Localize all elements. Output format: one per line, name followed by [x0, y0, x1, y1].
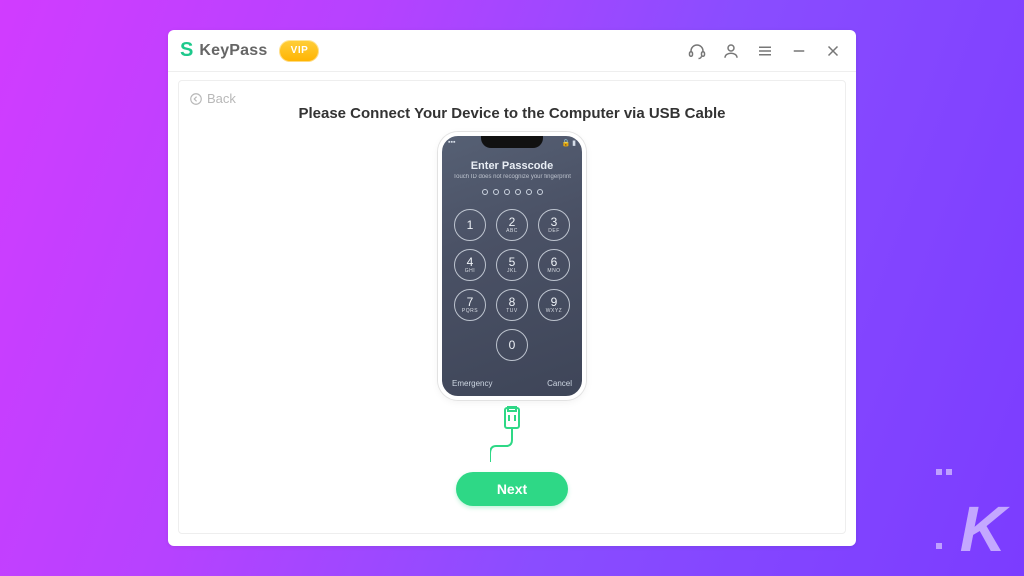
- support-button[interactable]: [684, 38, 710, 64]
- main-panel: Back Please Connect Your Device to the C…: [178, 80, 846, 534]
- emergency-label: Emergency: [452, 379, 492, 388]
- watermark-letter: K: [960, 492, 1006, 566]
- back-arrow-icon: [189, 92, 203, 106]
- key-0: 0: [496, 329, 528, 361]
- close-button[interactable]: [820, 38, 846, 64]
- key-6: 6MNO: [538, 249, 570, 281]
- passcode-title: Enter Passcode: [471, 160, 554, 172]
- key-3: 3DEF: [538, 209, 570, 241]
- background-watermark: K: [934, 418, 1006, 566]
- cancel-label: Cancel: [547, 379, 572, 388]
- app-name: KeyPass: [199, 42, 267, 60]
- next-button[interactable]: Next: [456, 472, 568, 506]
- keypad: 1 2ABC 3DEF 4GHI 5JKL 6MNO 7PQRS 8TUV 9W…: [454, 209, 570, 361]
- minimize-button[interactable]: [786, 38, 812, 64]
- usb-cable-icon: [490, 406, 534, 462]
- passcode-subtitle: Touch ID does not recognize your fingerp…: [453, 174, 571, 181]
- key-7: 7PQRS: [454, 289, 486, 321]
- close-icon: [824, 42, 842, 60]
- status-left: ▪▪▪: [448, 139, 455, 147]
- page-title: Please Connect Your Device to the Comput…: [298, 105, 725, 122]
- logo-mark-icon: S: [180, 39, 193, 62]
- back-label: Back: [207, 91, 236, 106]
- phone-statusbar: ▪▪▪ 🔒 ▮: [448, 139, 576, 147]
- key-4: 4GHI: [454, 249, 486, 281]
- phone-bottom-row: Emergency Cancel: [452, 379, 572, 388]
- passcode-dots: [482, 189, 543, 195]
- back-button[interactable]: Back: [189, 91, 236, 106]
- watermark-dots-icon: [934, 418, 954, 566]
- key-2: 2ABC: [496, 209, 528, 241]
- key-9: 9WXYZ: [538, 289, 570, 321]
- key-8: 8TUV: [496, 289, 528, 321]
- status-right: 🔒 ▮: [561, 139, 576, 147]
- app-window: S KeyPass VIP Back Please Connect: [168, 30, 856, 546]
- app-logo: S KeyPass: [180, 39, 267, 62]
- account-button[interactable]: [718, 38, 744, 64]
- user-icon: [722, 42, 740, 60]
- usb-illustration: [490, 406, 534, 462]
- vip-badge[interactable]: VIP: [279, 40, 319, 62]
- key-1: 1: [454, 209, 486, 241]
- device-illustration: ▪▪▪ 🔒 ▮ Enter Passcode Touch ID does not…: [438, 132, 586, 400]
- menu-icon: [756, 42, 774, 60]
- content-area: Back Please Connect Your Device to the C…: [168, 72, 856, 546]
- titlebar: S KeyPass VIP: [168, 30, 856, 72]
- menu-button[interactable]: [752, 38, 778, 64]
- next-label: Next: [497, 481, 527, 497]
- minimize-icon: [790, 42, 808, 60]
- vip-label: VIP: [291, 45, 309, 56]
- headset-icon: [688, 42, 706, 60]
- key-5: 5JKL: [496, 249, 528, 281]
